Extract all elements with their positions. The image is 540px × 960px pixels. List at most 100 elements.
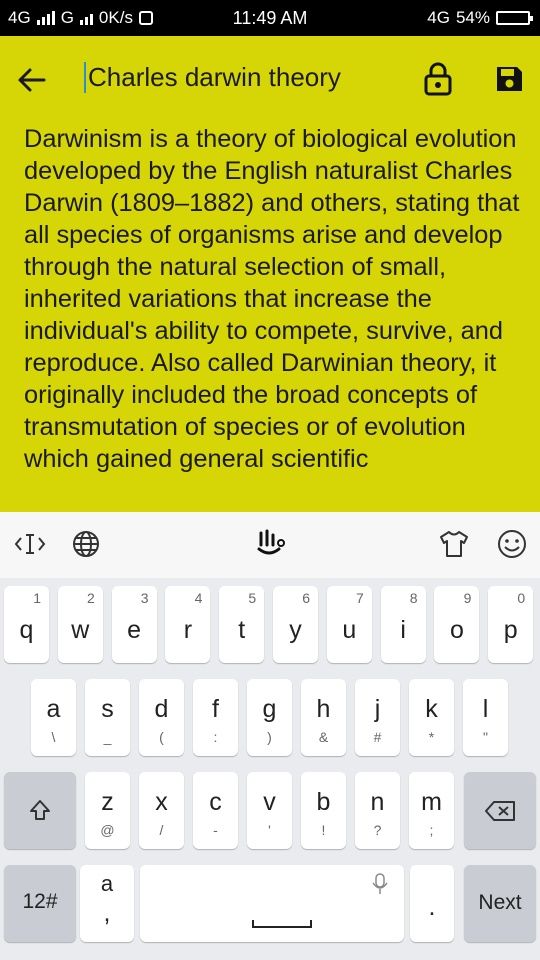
- emoji-icon[interactable]: [492, 526, 532, 562]
- key-u[interactable]: u7: [326, 586, 372, 663]
- key-hint: 7: [356, 590, 364, 606]
- key-label: a: [46, 695, 61, 723]
- key-q[interactable]: q1: [4, 586, 49, 663]
- key-h[interactable]: h &: [301, 679, 346, 756]
- note-body-editor[interactable]: Darwinism is a theory of biological evol…: [24, 123, 524, 511]
- app-bar: Charles darwin theory: [0, 36, 540, 122]
- key-hint: 1: [33, 590, 41, 606]
- key-c[interactable]: c-: [193, 772, 238, 849]
- key-label: c: [209, 788, 222, 816]
- key-label: r: [183, 616, 193, 644]
- theme-shirt-icon[interactable]: [434, 526, 474, 562]
- status-right: 4G 54%: [427, 8, 533, 28]
- battery-icon: [496, 11, 533, 25]
- key-hint: ?: [373, 822, 382, 838]
- key-label: n: [370, 788, 385, 816]
- soft-keyboard: q 1 w 2 e 3 r 4 t 5 y 6 u 7 i 8 o 9 p 0 a \ s _ d(f: g) h & j # k * l " z @…: [0, 512, 540, 960]
- save-icon[interactable]: [494, 64, 524, 94]
- key-e[interactable]: e3: [111, 586, 157, 663]
- globe-icon[interactable]: [66, 526, 106, 562]
- key-k[interactable]: k *: [409, 679, 454, 756]
- backspace-key[interactable]: [464, 772, 536, 849]
- key-b[interactable]: b!: [301, 772, 346, 849]
- space-bar-icon: [252, 920, 312, 928]
- key-v[interactable]: v ': [247, 772, 292, 849]
- key-i[interactable]: i8: [380, 586, 426, 663]
- key-label: y: [289, 616, 302, 644]
- key-hint: 9: [463, 590, 472, 606]
- cursor-icon[interactable]: [10, 526, 50, 562]
- next-key-label: Next: [478, 891, 522, 914]
- key-l[interactable]: l ": [463, 679, 508, 756]
- key-r[interactable]: r4: [165, 586, 211, 663]
- key-p[interactable]: p0: [488, 586, 534, 663]
- key-label: o: [449, 616, 464, 644]
- key-hint: ;: [429, 822, 434, 838]
- keyboard-toolbar: [0, 512, 540, 578]
- key-hint: *: [428, 729, 435, 745]
- key-label: s: [101, 695, 114, 723]
- comma-key[interactable]: a ,: [80, 865, 134, 942]
- key-hint: !: [321, 822, 326, 838]
- key-hint: (: [159, 729, 164, 745]
- key-hint: ": [483, 729, 488, 745]
- key-hint: 8: [409, 590, 418, 606]
- shift-icon: [30, 800, 50, 820]
- back-arrow-icon[interactable]: [16, 64, 48, 96]
- symbols-key-label: 12#: [22, 890, 58, 913]
- key-n[interactable]: n?: [355, 772, 400, 849]
- key-hint: @: [100, 822, 115, 838]
- key-hint: 6: [302, 590, 310, 606]
- key-label: e: [127, 616, 142, 644]
- backspace-icon: [485, 801, 515, 821]
- key-w[interactable]: w2: [57, 586, 103, 663]
- keyboard-logo-icon[interactable]: [250, 526, 290, 562]
- key-label: h: [316, 695, 331, 723]
- key-s[interactable]: s _: [85, 679, 130, 756]
- comma-key-label: ,: [103, 899, 111, 927]
- key-t[interactable]: t5: [219, 586, 265, 663]
- key-x[interactable]: x /: [139, 772, 184, 849]
- next-key[interactable]: Next: [464, 865, 536, 942]
- key-hint: 0: [517, 590, 526, 606]
- comma-key-top: a: [100, 871, 114, 896]
- symbols-key[interactable]: 12#: [4, 865, 76, 942]
- lock-icon[interactable]: [424, 62, 452, 96]
- key-label: g: [262, 695, 277, 723]
- key-hint: &: [318, 729, 329, 745]
- key-hint: 4: [194, 590, 203, 606]
- battery-percent: 54%: [455, 8, 490, 27]
- space-key[interactable]: [140, 865, 404, 942]
- key-hint: 2: [87, 590, 95, 606]
- key-label: f: [212, 695, 219, 723]
- note-title-input[interactable]: Charles darwin theory: [84, 62, 341, 93]
- microphone-icon: [372, 873, 388, 894]
- key-hint: #: [373, 729, 382, 745]
- key-a[interactable]: a \: [31, 679, 76, 756]
- key-y[interactable]: y6: [273, 586, 318, 663]
- period-key[interactable]: .: [410, 865, 454, 942]
- key-f[interactable]: f:: [193, 679, 238, 756]
- shift-key[interactable]: [4, 772, 76, 849]
- key-o[interactable]: o9: [434, 586, 480, 663]
- key-hint: _: [103, 729, 112, 745]
- key-hint: /: [159, 822, 164, 838]
- key-d[interactable]: d(: [139, 679, 184, 756]
- key-label: j: [374, 695, 381, 723]
- key-j[interactable]: j #: [355, 679, 400, 756]
- key-label: u: [342, 616, 357, 644]
- key-hint: -: [213, 822, 218, 838]
- key-g[interactable]: g): [247, 679, 292, 756]
- key-label: z: [101, 788, 114, 816]
- key-label: k: [425, 695, 438, 723]
- key-hint: 5: [248, 590, 257, 606]
- key-z[interactable]: z @: [85, 772, 130, 849]
- key-label: i: [400, 616, 406, 644]
- status-bar: 4G G 0K/s 11:49 AM 4G 54%: [0, 0, 540, 36]
- key-label: x: [155, 788, 168, 816]
- key-label: q: [19, 616, 34, 644]
- key-m[interactable]: m;: [409, 772, 454, 849]
- key-label: b: [316, 788, 331, 816]
- key-hint: 3: [140, 590, 149, 606]
- key-hint: ): [267, 729, 272, 745]
